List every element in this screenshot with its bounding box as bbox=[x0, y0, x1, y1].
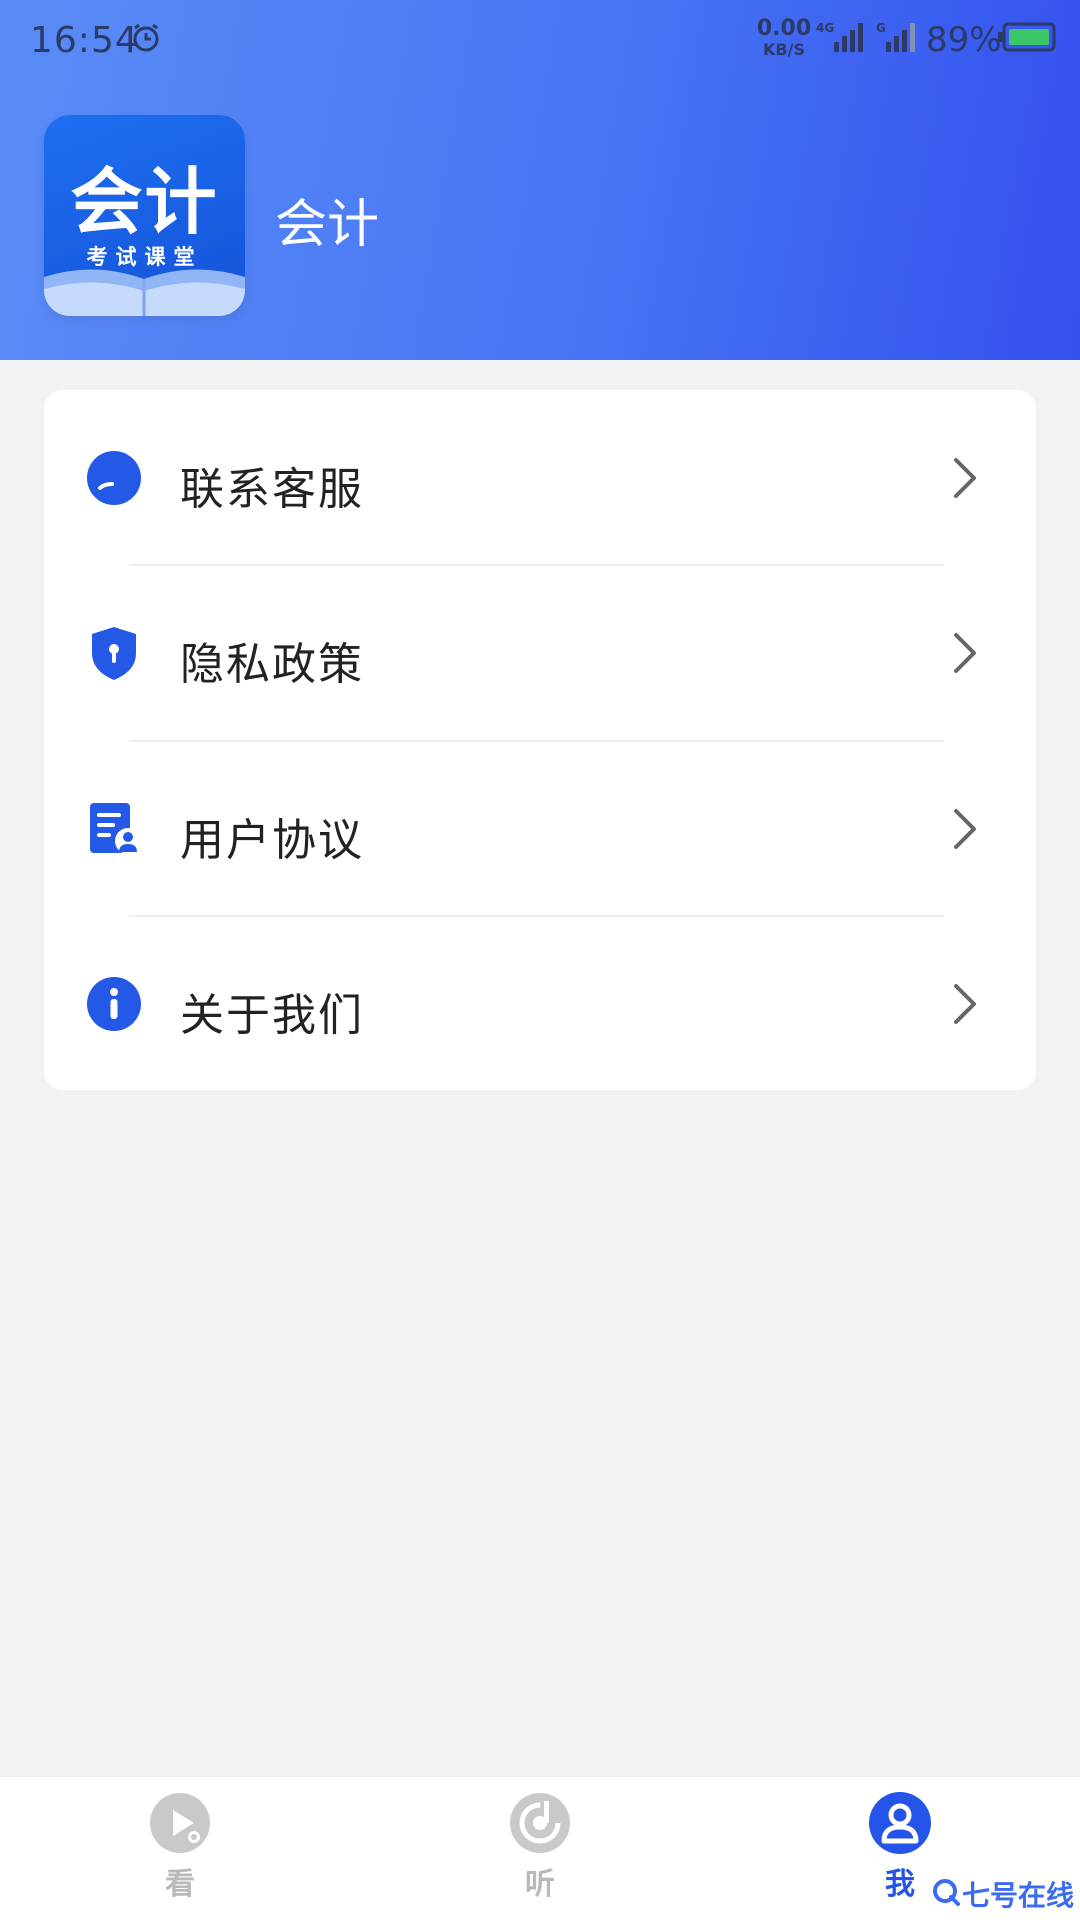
status-time: 16:54 bbox=[30, 20, 139, 61]
status-bar: 16:54 0.00 KB/S 4G G 89% bbox=[0, 0, 1080, 80]
signal-2-label: G bbox=[876, 21, 886, 35]
menu-item-user-agreement[interactable]: 用户协议 bbox=[44, 741, 1036, 916]
menu-item-label: 联系客服 bbox=[180, 464, 364, 515]
chevron-right-icon bbox=[954, 984, 976, 1024]
bottom-nav: 看 听 我 bbox=[0, 1776, 1080, 1920]
book-icon bbox=[44, 269, 245, 316]
watermark-text: 七号在线 bbox=[962, 1879, 1075, 1912]
nav-tab-label: 看 bbox=[165, 1867, 195, 1902]
info-icon bbox=[87, 977, 141, 1031]
customer-service-icon bbox=[87, 451, 141, 505]
menu-item-about-us[interactable]: 关于我们 bbox=[44, 916, 1036, 1091]
play-icon bbox=[150, 1793, 210, 1853]
nav-tab-label: 听 bbox=[525, 1867, 555, 1902]
signal-1-label: 4G bbox=[816, 21, 834, 35]
menu-item-privacy-policy[interactable]: 隐私政策 bbox=[44, 565, 1036, 740]
menu-item-label: 关于我们 bbox=[180, 990, 364, 1041]
app-logo: 会计 考试课堂 bbox=[44, 115, 245, 316]
chevron-right-icon bbox=[954, 809, 976, 849]
logo-main-text: 会计 bbox=[70, 160, 219, 244]
network-speed: 0.00 KB/S bbox=[754, 18, 814, 58]
menu-item-label: 用户协议 bbox=[180, 815, 364, 866]
menu-item-label: 隐私政策 bbox=[180, 639, 364, 690]
nav-tab-watch[interactable]: 看 bbox=[80, 1777, 280, 1920]
nav-tab-listen[interactable]: 听 bbox=[440, 1777, 640, 1920]
music-icon bbox=[510, 1793, 570, 1853]
signal-4g-icon: 4G bbox=[816, 21, 863, 52]
menu-item-contact-service[interactable]: 联系客服 bbox=[44, 390, 1036, 565]
watermark-logo-icon bbox=[933, 1879, 960, 1906]
battery-icon bbox=[998, 22, 1056, 52]
battery-percent: 89% bbox=[926, 20, 1002, 60]
signal-g-icon: G bbox=[876, 21, 915, 52]
profile-icon bbox=[869, 1792, 931, 1854]
network-speed-unit: KB/S bbox=[763, 40, 805, 59]
profile-header: 16:54 0.00 KB/S 4G G 89% 会计 考试课堂 会计 bbox=[0, 0, 1080, 360]
shield-lock-icon bbox=[92, 627, 136, 680]
app-name: 会计 bbox=[275, 195, 380, 255]
menu-card: 联系客服 隐私政策 用户协议 关于我们 bbox=[44, 390, 1036, 1090]
chevron-right-icon bbox=[954, 633, 976, 673]
alarm-icon bbox=[133, 23, 159, 52]
network-speed-value: 0.00 bbox=[756, 16, 812, 41]
chevron-right-icon bbox=[954, 458, 976, 498]
document-user-icon bbox=[90, 803, 141, 854]
